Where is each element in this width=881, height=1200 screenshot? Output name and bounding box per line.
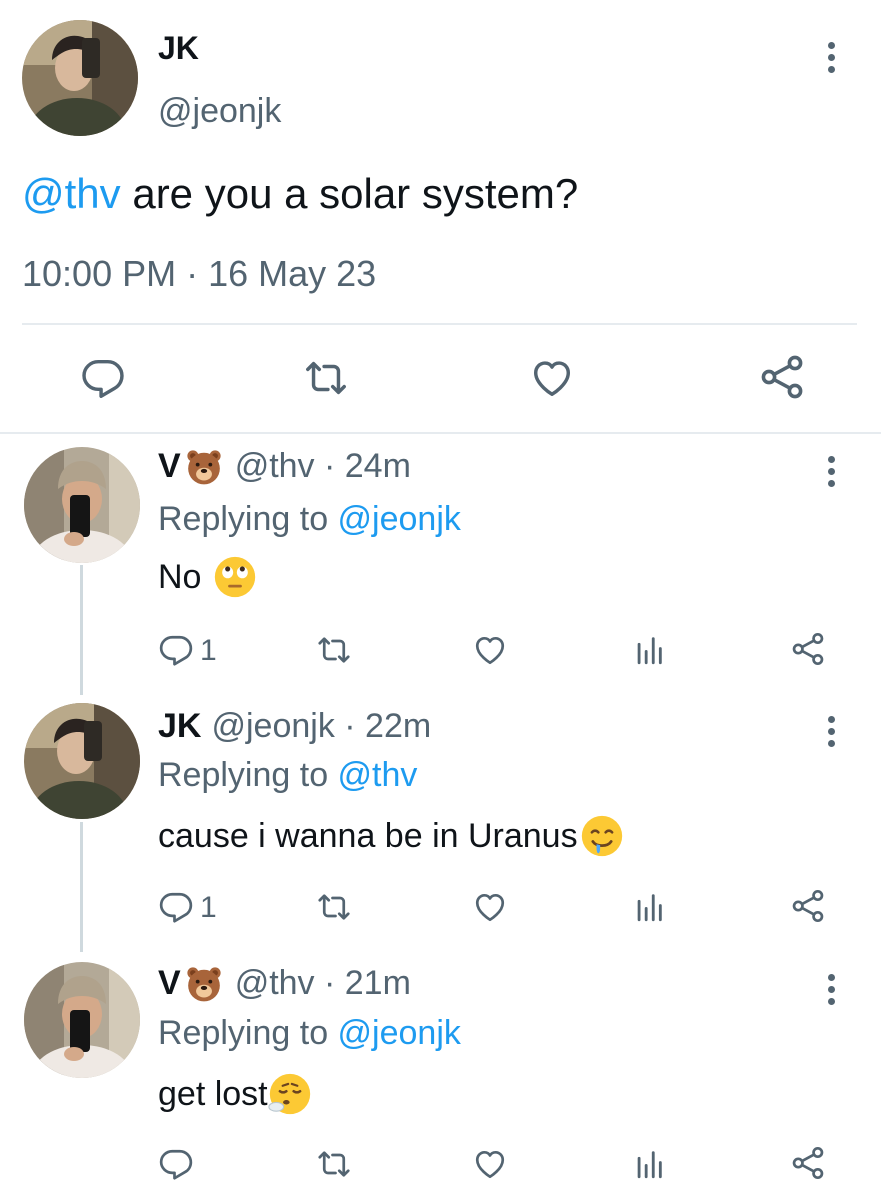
reply-text: cause i wanna be in Uranus xyxy=(158,814,624,858)
retweet-button[interactable] xyxy=(316,1146,352,1182)
heart-icon xyxy=(472,889,508,925)
tweet-body: are you a solar system? xyxy=(120,170,579,217)
reply-button[interactable] xyxy=(158,1146,194,1182)
reply-button[interactable] xyxy=(158,632,194,668)
replying-to: Replying to @jeonjk xyxy=(158,500,461,539)
reply-count: 1 xyxy=(200,634,217,667)
reply-icon xyxy=(158,632,194,668)
more-options-icon[interactable] xyxy=(828,974,836,1010)
divider xyxy=(0,432,881,434)
views-button[interactable] xyxy=(632,632,666,668)
reply-avatar[interactable] xyxy=(24,962,140,1078)
views-button[interactable] xyxy=(632,1146,666,1182)
mention-link[interactable]: @jeonjk xyxy=(338,1014,461,1052)
thread-line xyxy=(80,822,83,952)
retweet-button[interactable] xyxy=(302,355,350,401)
heart-icon xyxy=(528,355,576,401)
reply-body: No xyxy=(158,557,202,596)
thread-line xyxy=(80,565,83,695)
avatar-image xyxy=(24,962,140,1078)
share-button[interactable] xyxy=(790,887,826,925)
heart-icon xyxy=(472,632,508,668)
share-button[interactable] xyxy=(790,630,826,668)
reply-body: cause i wanna be in Uranus xyxy=(158,816,578,855)
reply-text: No xyxy=(158,555,257,599)
share-icon xyxy=(758,352,806,402)
drooling-face-emoji xyxy=(580,814,624,858)
bear-face-emoji xyxy=(185,448,223,486)
author-handle[interactable]: @jeonjk xyxy=(158,92,281,131)
reply-body: get lost xyxy=(158,1074,268,1113)
reply-author-name[interactable]: V xyxy=(158,964,181,1003)
retweet-icon xyxy=(316,632,352,668)
reply-count: 1 xyxy=(200,891,217,924)
replying-to-label: Replying to xyxy=(158,1014,338,1052)
mention-link[interactable]: @jeonjk xyxy=(338,500,461,538)
retweet-button[interactable] xyxy=(316,632,352,668)
reply-icon xyxy=(158,1146,194,1182)
reply-handle-time[interactable]: @thv · 24m xyxy=(235,447,411,486)
heart-icon xyxy=(472,1146,508,1182)
avatar-image xyxy=(24,703,140,819)
retweet-icon xyxy=(316,1146,352,1182)
more-options-icon[interactable] xyxy=(828,456,836,492)
share-icon xyxy=(790,1144,826,1182)
like-button[interactable] xyxy=(472,889,508,925)
replying-to: Replying to @jeonjk xyxy=(158,1014,461,1053)
face-with-rolling-eyes-emoji xyxy=(213,555,257,599)
reply-handle-time[interactable]: @jeonjk · 22m xyxy=(211,707,431,746)
reply-avatar[interactable] xyxy=(24,703,140,819)
retweet-icon xyxy=(316,889,352,925)
tweet-timestamp[interactable]: 10:00 PM · 16 May 23 xyxy=(22,253,376,295)
share-button[interactable] xyxy=(758,352,806,402)
replying-to-label: Replying to xyxy=(158,500,338,538)
replying-to: Replying to @thv xyxy=(158,756,417,795)
retweet-button[interactable] xyxy=(316,889,352,925)
stats-icon xyxy=(632,889,666,925)
reply-icon xyxy=(80,355,126,401)
author-avatar[interactable] xyxy=(22,20,138,136)
share-icon xyxy=(790,887,826,925)
more-options-icon[interactable] xyxy=(828,42,836,78)
bear-face-emoji xyxy=(185,965,223,1003)
reply-header: V @thv · 24m xyxy=(158,447,411,486)
face-exhaling-emoji xyxy=(268,1072,312,1116)
reply-handle-time[interactable]: @thv · 21m xyxy=(235,964,411,1003)
divider xyxy=(22,323,857,325)
avatar-image xyxy=(24,447,140,563)
reply-button[interactable] xyxy=(158,889,194,925)
mention-link[interactable]: @thv xyxy=(22,170,121,217)
reply-header: JK @jeonjk · 22m xyxy=(158,707,431,746)
reply-text: get lost xyxy=(158,1072,312,1116)
reply-author-name[interactable]: JK xyxy=(158,707,201,746)
share-button[interactable] xyxy=(790,1144,826,1182)
like-button[interactable] xyxy=(472,1146,508,1182)
replying-to-label: Replying to xyxy=(158,756,338,794)
more-options-icon[interactable] xyxy=(828,716,836,752)
share-icon xyxy=(790,630,826,668)
like-button[interactable] xyxy=(528,355,576,401)
stats-icon xyxy=(632,1146,666,1182)
reply-author-name[interactable]: V xyxy=(158,447,181,486)
like-button[interactable] xyxy=(472,632,508,668)
author-name[interactable]: JK xyxy=(158,30,199,67)
mention-link[interactable]: @thv xyxy=(338,756,418,794)
reply-header: V @thv · 21m xyxy=(158,964,411,1003)
avatar-image xyxy=(22,20,138,136)
retweet-icon xyxy=(302,355,350,401)
tweet-text: @thv are you a solar system? xyxy=(22,170,578,218)
views-button[interactable] xyxy=(632,889,666,925)
stats-icon xyxy=(632,632,666,668)
reply-avatar[interactable] xyxy=(24,447,140,563)
reply-button[interactable] xyxy=(80,355,126,401)
reply-icon xyxy=(158,889,194,925)
